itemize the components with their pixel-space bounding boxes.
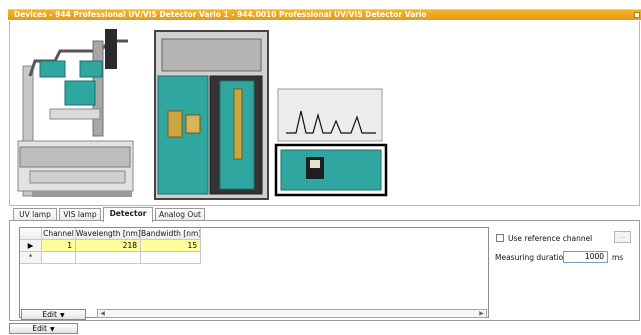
measuring-duration-label: Measuring duration	[495, 253, 568, 262]
new-row-indicator[interactable]: *	[20, 252, 42, 264]
table-horizontal-scrollbar[interactable]: ◀ ▶	[97, 309, 487, 318]
new-row-cell-wavelength[interactable]	[76, 252, 141, 264]
bottom-edit-label: Edit	[32, 324, 47, 333]
measuring-duration-input[interactable]: 1000	[563, 251, 608, 263]
tab-detector[interactable]: Detector	[103, 207, 153, 222]
new-row-cell-bandwidth[interactable]	[141, 252, 201, 264]
cell-channel[interactable]: 1	[42, 240, 76, 252]
use-reference-channel-checkbox[interactable]	[496, 234, 504, 242]
cell-wavelength[interactable]: 218	[76, 240, 141, 252]
current-row-indicator[interactable]: ▶	[20, 240, 42, 252]
bottom-edit-button[interactable]: Edit ▼	[9, 323, 78, 334]
window-title-bar: Devices - 944 Professional UV/VIS Detect…	[8, 9, 641, 20]
browse-button[interactable]: ...	[614, 231, 631, 243]
device-illustration	[17, 29, 388, 200]
column-header-wavelength[interactable]: Wavelength [nm]	[76, 228, 141, 240]
uv-chromatogram-icon	[277, 88, 383, 142]
grid-edit-label: Edit	[42, 310, 57, 319]
use-reference-channel-label: Use reference channel	[508, 234, 593, 243]
column-header-bandwidth[interactable]: Bandwidth [nm]	[141, 228, 201, 240]
table-corner-header	[20, 228, 42, 240]
grid-edit-button[interactable]: Edit ▼	[21, 309, 86, 320]
channels-table: Channel Wavelength [nm] Bandwidth [nm] ▶…	[19, 227, 489, 318]
restore-icon[interactable]	[634, 12, 640, 18]
detector-module-image[interactable]	[274, 143, 388, 197]
separation-center-image	[154, 30, 269, 200]
chevron-down-icon: ▼	[49, 326, 55, 333]
scroll-right-icon[interactable]: ▶	[477, 310, 486, 317]
device-image-panel	[9, 21, 640, 206]
scroll-left-icon[interactable]: ◀	[98, 310, 107, 317]
autosampler-image	[17, 29, 134, 197]
measuring-duration-unit: ms	[612, 253, 624, 262]
cell-bandwidth[interactable]: 15	[141, 240, 201, 252]
chevron-down-icon: ▼	[59, 312, 65, 319]
new-row-cell-channel[interactable]	[42, 252, 76, 264]
window-title: Devices - 944 Professional UV/VIS Detect…	[14, 10, 427, 19]
column-header-channel[interactable]: Channel	[42, 228, 76, 240]
